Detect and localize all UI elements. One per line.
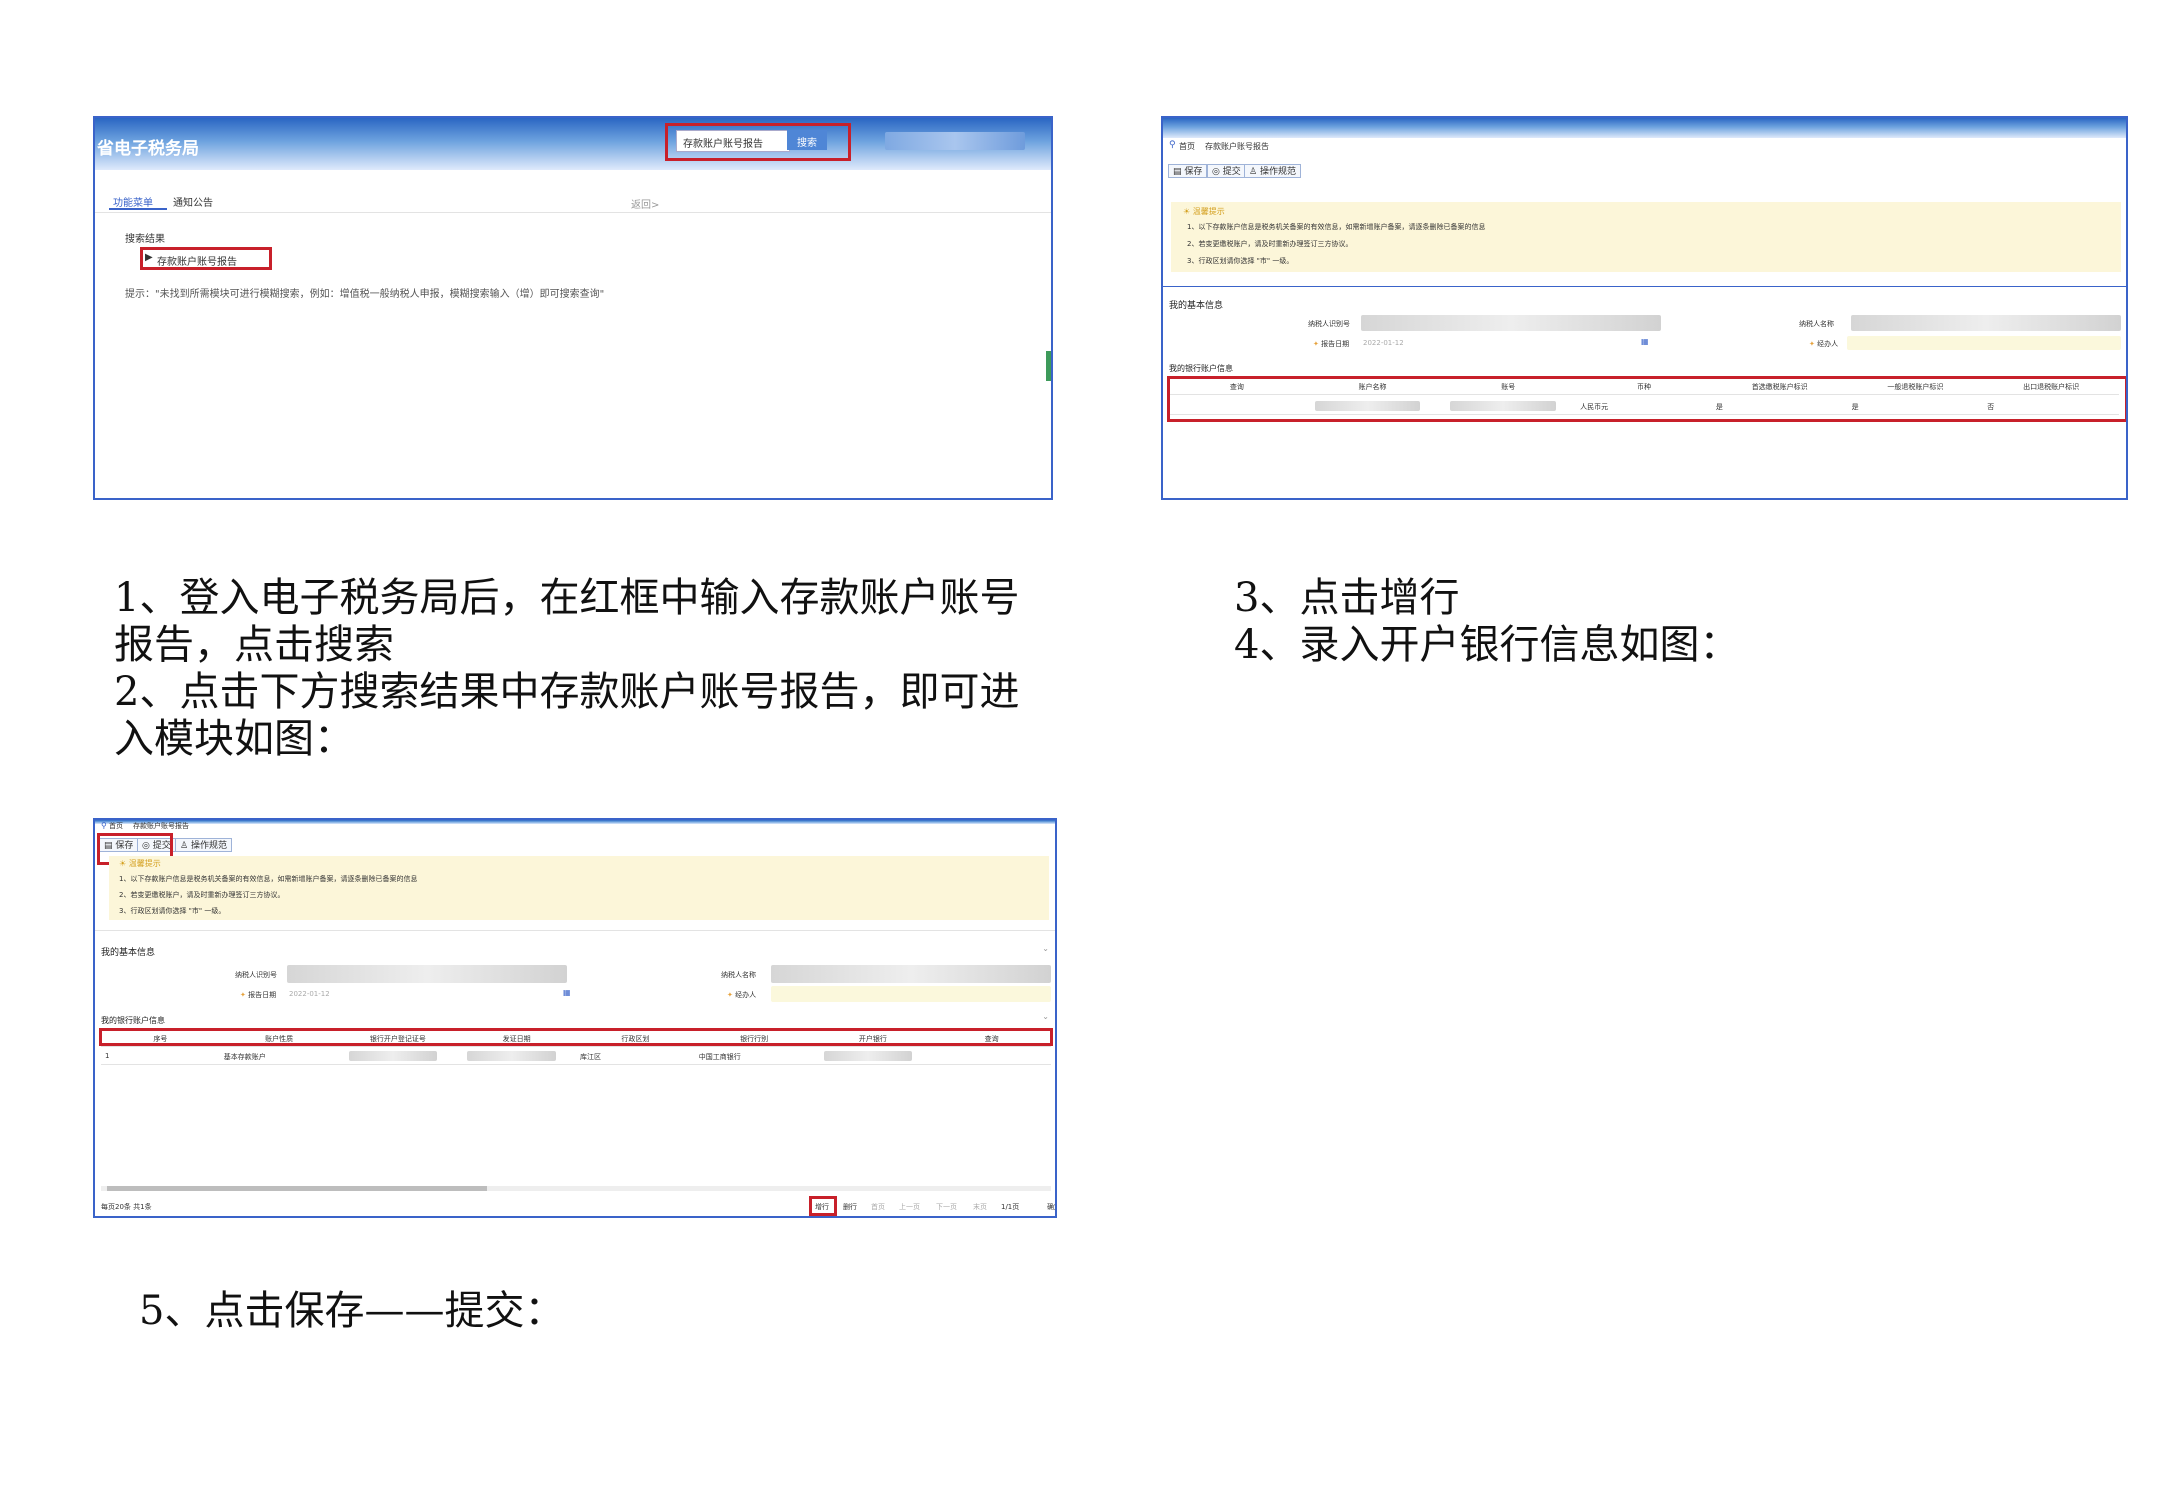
save-button[interactable]: ▤ 保存 xyxy=(1168,164,1208,178)
location-pin-icon: ⚲ xyxy=(101,821,107,830)
label-taxpayer-id: 纳税人识别号 xyxy=(235,971,277,979)
table-cell[interactable]: 1 xyxy=(105,1052,216,1060)
basic-info-title: 我的基本信息 xyxy=(1169,301,1224,311)
module-header xyxy=(95,820,1055,824)
label-report-date: ✦ 报告日期 xyxy=(240,991,277,999)
screenshot-module: ⚲ 首页 存款账户账号报告 ▤ 保存 ◎ 提交 ♙ 操作规范 ☀ 温馨提示 1、… xyxy=(1161,116,2128,500)
header-line xyxy=(101,1046,1051,1047)
pager-item[interactable]: 下一页 xyxy=(936,1202,957,1212)
collapse-icon[interactable]: ⌄ xyxy=(1042,1012,1049,1021)
table-cell[interactable]: 中国工商银行 xyxy=(699,1052,810,1062)
breadcrumb-page: 存款账户账号报告 xyxy=(133,822,189,830)
breadcrumb-home[interactable]: 首页 xyxy=(1179,141,1195,152)
user-info-blur xyxy=(885,132,1025,150)
redacted-value xyxy=(823,1051,913,1061)
pager: 增行删行首页上一页下一页末页1/1页确定 xyxy=(815,1200,1055,1214)
guide-icon: ♙ xyxy=(180,841,191,851)
search-tip: 提示："未找到所需模块可进行模糊搜索，例如：增值税一般纳税人申报，模糊搜索输入（… xyxy=(125,289,605,300)
guide-button[interactable]: ♙ 操作规范 xyxy=(175,838,232,852)
pager-item[interactable]: 1/1页 xyxy=(1001,1202,1019,1212)
pager-delete-row-button[interactable]: 删行 xyxy=(843,1202,857,1212)
screenshot-add-row: ⚲ 首页 存款账户账号报告 ▤ 保存 ◎ 提交 ♙ 操作规范 ☀ 温馨提示 1、… xyxy=(93,818,1057,1218)
section-divider xyxy=(1163,286,2126,287)
caption-step1-line2: 报告，点击搜索 xyxy=(114,622,394,668)
pager-item[interactable]: 确定 xyxy=(1047,1202,1055,1212)
tab-notices[interactable]: 通知公告 xyxy=(173,194,213,209)
notice-line-2: 2、若变更缴税账户，请及时重新办理签订三方协议。 xyxy=(1187,240,1353,248)
handler-blur xyxy=(771,986,1051,1002)
redacted-value xyxy=(467,1051,556,1061)
notice-title: ☀ 温馨提示 xyxy=(119,859,161,868)
report-date-value: 2022-01-12 xyxy=(289,990,330,998)
notice-box xyxy=(1171,202,2121,272)
column-header-highlight xyxy=(99,1028,1053,1046)
scroll-handle[interactable] xyxy=(1046,351,1051,381)
table-cell[interactable]: 库江区 xyxy=(580,1052,691,1062)
taxpayer-name-blur xyxy=(1851,315,2121,331)
label-report-date: ✦ 报告日期 xyxy=(1313,340,1350,348)
redacted-value xyxy=(348,1051,438,1061)
calendar-icon[interactable]: ▦ xyxy=(1641,337,1649,346)
calendar-icon[interactable]: ▦ xyxy=(563,988,571,997)
guide-icon: ♙ xyxy=(1249,167,1260,177)
pager-item[interactable]: 末页 xyxy=(973,1202,987,1212)
notice-title: ☀ 温馨提示 xyxy=(1183,207,1225,216)
tab-underline xyxy=(109,208,167,210)
collapse-icon[interactable]: ⌄ xyxy=(1042,944,1049,953)
notice-line-3: 3、行政区划请你选择 "市" 一级。 xyxy=(1187,257,1294,265)
taxpayer-id-blur xyxy=(287,965,567,983)
submit-button[interactable]: ◎ 提交 xyxy=(1207,164,1246,178)
caption-step3: 3、点击增行 xyxy=(1234,575,1460,621)
label-handler: ✦ 经办人 xyxy=(1809,340,1839,348)
footer-page-info: 每页20条 共1条 xyxy=(101,1203,152,1211)
location-pin-icon: ⚲ xyxy=(1169,140,1176,150)
handler-blur xyxy=(1847,336,2121,350)
notice-line-3: 3、行政区划请你选择 "市" 一级。 xyxy=(119,907,226,915)
row-line xyxy=(101,1064,1051,1065)
site-title: 省电子税务局 xyxy=(97,139,199,159)
caption-step1-line1: 1、登入电子税务局后，在红框中输入存款账户账号 xyxy=(114,575,1020,621)
module-header xyxy=(1163,118,2126,138)
notice-line-1: 1、以下存款账户信息是税务机关备案的有效信息，如需新增账户备案，请逐条删除已备案… xyxy=(119,875,418,883)
notice-line-1: 1、以下存款账户信息是税务机关备案的有效信息，如需新增账户备案，请逐条删除已备案… xyxy=(1187,223,1486,231)
label-taxpayer-name: 纳税人名称 xyxy=(721,971,756,979)
bank-info-title: 我的银行账户信息 xyxy=(1169,364,1233,373)
save-icon: ▤ xyxy=(1173,167,1185,177)
taxpayer-name-blur xyxy=(771,965,1051,983)
label-taxpayer-id: 纳税人识别号 xyxy=(1308,320,1350,328)
scrollbar-thumb[interactable] xyxy=(107,1186,487,1191)
tab-divider xyxy=(95,212,1051,213)
label-taxpayer-name: 纳税人名称 xyxy=(1799,320,1834,328)
tab-function-menu[interactable]: 功能菜单 xyxy=(113,194,153,209)
report-date-value: 2022-01-12 xyxy=(1363,339,1404,347)
caption-step2-line2: 入模块如图： xyxy=(114,716,354,762)
caption-step2-line1: 2、点击下方搜索结果中存款账户账号报告，即可进 xyxy=(114,669,1020,715)
bulb-icon: ☀ xyxy=(119,859,129,868)
caption-step4: 4、录入开户银行信息如图： xyxy=(1234,622,1740,668)
submit-icon: ◎ xyxy=(1212,167,1223,177)
results-heading: 搜索结果 xyxy=(125,234,165,245)
bank-table-highlight xyxy=(1167,376,2126,422)
taxpayer-id-blur xyxy=(1361,315,1661,331)
bank-info-title: 我的银行账户信息 xyxy=(101,1016,165,1025)
notice-line-2: 2、若变更缴税账户，请及时重新办理签订三方协议。 xyxy=(119,891,285,899)
breadcrumb-home[interactable]: 首页 xyxy=(109,821,123,831)
label-handler: ✦ 经办人 xyxy=(727,991,757,999)
bulb-icon: ☀ xyxy=(1183,207,1193,216)
table-cell[interactable]: 基本存款账户 xyxy=(224,1052,335,1062)
search-highlight xyxy=(665,123,851,161)
breadcrumb-page: 存款账户账号报告 xyxy=(1205,142,1269,151)
notice-box xyxy=(109,856,1049,920)
guide-button[interactable]: ♙ 操作规范 xyxy=(1244,164,1301,178)
add-row-highlight xyxy=(809,1196,837,1216)
screenshot-search: 省电子税务局 存款账户账号报告 搜索 功能菜单 通知公告 返回> 搜索结果 ▶ … xyxy=(93,116,1053,500)
pager-item[interactable]: 上一页 xyxy=(899,1202,920,1212)
caption-step5: 5、点击保存——提交： xyxy=(139,1288,565,1334)
horizontal-scrollbar[interactable] xyxy=(101,1186,1051,1191)
back-link[interactable]: 返回> xyxy=(631,196,659,211)
result-highlight xyxy=(140,247,272,270)
basic-info-title: 我的基本信息 xyxy=(101,948,156,958)
pager-item[interactable]: 首页 xyxy=(871,1202,885,1212)
section-divider xyxy=(95,930,1055,931)
